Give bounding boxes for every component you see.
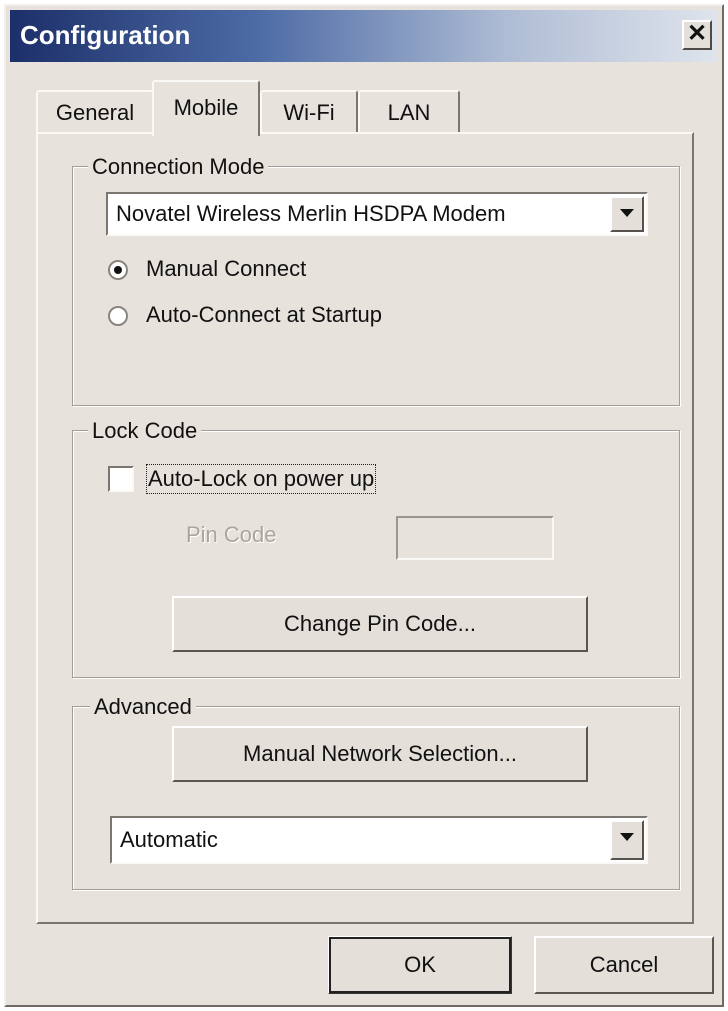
tab-panel-mobile: Connection Mode Novatel Wireless Merlin … (36, 132, 694, 924)
pin-code-input[interactable] (396, 516, 554, 560)
network-mode-dropdown-button[interactable] (610, 820, 644, 860)
title-bar: Configuration ✕ (10, 10, 718, 62)
auto-connect-label[interactable]: Auto-Connect at Startup (146, 302, 382, 328)
chevron-down-icon (620, 833, 634, 841)
tab-general[interactable]: General (36, 90, 154, 134)
manual-connect-label[interactable]: Manual Connect (146, 256, 306, 282)
radio-selected-dot (114, 266, 122, 274)
auto-lock-checkbox[interactable] (108, 466, 134, 492)
manual-connect-radio[interactable] (108, 260, 128, 280)
network-mode-value: Automatic (120, 827, 218, 852)
tab-label: LAN (387, 100, 431, 125)
window-title: Configuration (20, 20, 191, 50)
auto-lock-label[interactable]: Auto-Lock on power up (145, 464, 377, 494)
chevron-down-icon (620, 209, 634, 217)
lock-code-label: Lock Code (88, 418, 202, 444)
tab-mobile[interactable]: Mobile (152, 80, 260, 136)
device-select[interactable]: Novatel Wireless Merlin HSDPA Modem (106, 192, 648, 236)
tab-label: Mobile (173, 95, 239, 120)
device-select-dropdown-button[interactable] (610, 196, 644, 232)
tab-wifi[interactable]: Wi-Fi (260, 90, 358, 134)
pin-code-label: Pin Code (186, 522, 277, 547)
connection-mode-label: Connection Mode (88, 154, 269, 180)
manual-network-selection-button[interactable]: Manual Network Selection... (172, 726, 588, 782)
ok-button[interactable]: OK (328, 936, 512, 994)
advanced-label: Advanced (90, 694, 196, 720)
close-button[interactable]: ✕ (682, 20, 712, 50)
auto-connect-radio[interactable] (108, 306, 128, 326)
tab-lan[interactable]: LAN (358, 90, 460, 134)
cancel-button[interactable]: Cancel (534, 936, 714, 994)
network-mode-select[interactable]: Automatic (110, 816, 648, 864)
close-icon: ✕ (686, 20, 708, 47)
tab-label: General (55, 100, 135, 125)
tab-label: Wi-Fi (283, 100, 335, 125)
device-select-value: Novatel Wireless Merlin HSDPA Modem (116, 201, 506, 226)
change-pin-code-button[interactable]: Change Pin Code... (172, 596, 588, 652)
configuration-dialog: Configuration ✕ General Mobile Wi-Fi LAN… (4, 4, 724, 1007)
